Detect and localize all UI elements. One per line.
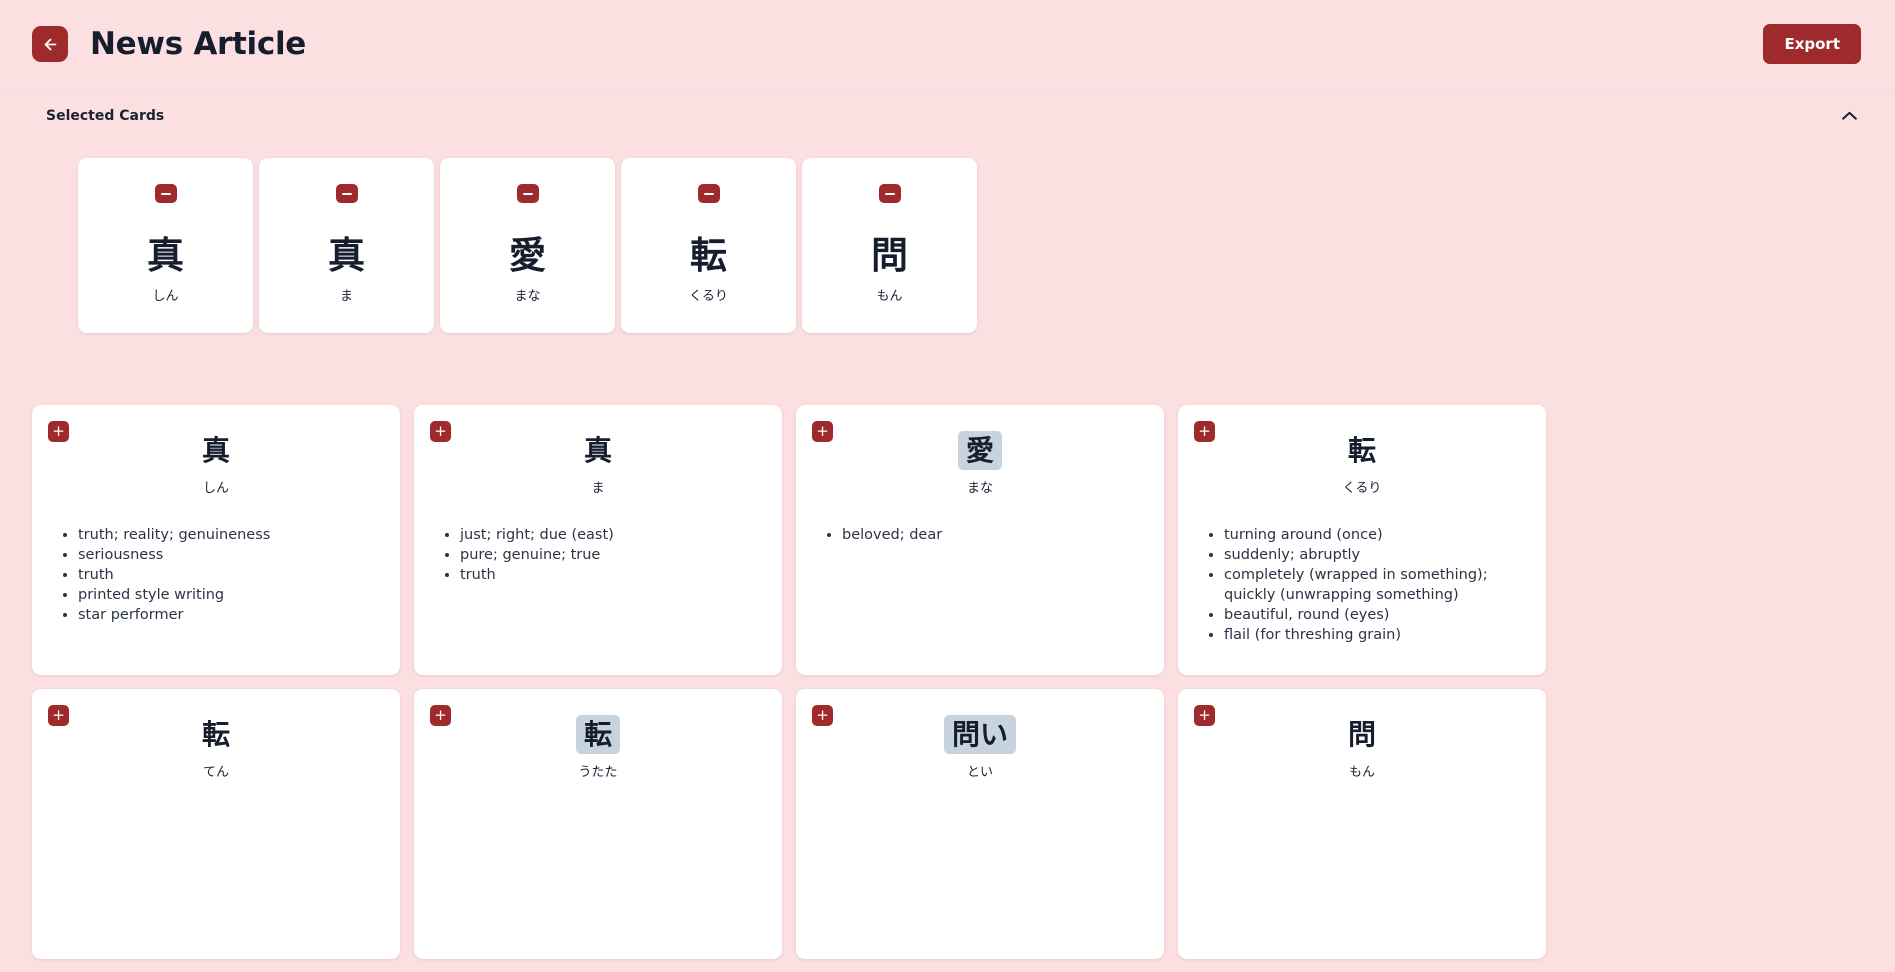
result-card-kanji: 愛 <box>957 431 1002 470</box>
definition-item: flail (for threshing grain) <box>1224 625 1530 645</box>
definition-item: suddenly; abruptly <box>1224 545 1530 565</box>
result-card[interactable]: +真まjust; right; due (east)pure; genuine;… <box>414 405 782 675</box>
result-card-kanji: 問い <box>943 715 1016 754</box>
result-card-reading: くるり <box>1342 481 1382 496</box>
selected-card-reading: ま <box>339 289 353 304</box>
result-card[interactable]: + 問もん <box>1178 689 1546 959</box>
page-header: News Article Export <box>0 0 1895 88</box>
selected-cards-list: 真しん真ま愛まな転くるり問もん <box>0 140 1895 333</box>
result-card-header: 問い とい <box>812 705 1148 780</box>
selected-card-kanji: 真 <box>328 234 365 277</box>
result-card-reading: まな <box>966 481 993 496</box>
result-card-reading: しん <box>202 481 229 496</box>
definition-item: beloved; dear <box>842 525 1148 545</box>
selected-card[interactable]: 転くるり <box>621 158 796 333</box>
result-card-header: 転てん <box>48 705 384 780</box>
result-card-kanji: 転 <box>1347 434 1376 467</box>
minus-icon <box>341 192 352 195</box>
selected-cards-title: Selected Cards <box>46 107 165 124</box>
result-card[interactable]: +転くるりturning around (once)suddenly; abru… <box>1178 405 1546 675</box>
selected-card-reading: まな <box>514 289 541 304</box>
result-card-reading: ま <box>591 481 605 496</box>
selected-card-reading: しん <box>152 289 179 304</box>
result-card-reading: とい <box>966 765 993 780</box>
definition-list: beloved; dear <box>842 525 1148 545</box>
definition-item: star performer <box>78 605 384 625</box>
definition-item: pure; genuine; true <box>460 545 766 565</box>
result-card-reading: うたた <box>578 765 618 780</box>
export-button[interactable]: Export <box>1763 24 1861 64</box>
result-card-reading: もん <box>1348 765 1375 780</box>
selected-card-kanji: 転 <box>690 234 727 277</box>
remove-card-button[interactable] <box>516 184 539 203</box>
result-card-header: 転くるり <box>1194 421 1530 496</box>
minus-icon <box>884 192 895 195</box>
minus-icon <box>703 192 714 195</box>
result-card[interactable]: +愛まなbeloved; dear <box>796 405 1164 675</box>
definition-item: truth <box>460 565 766 585</box>
result-card[interactable]: + 転うたた <box>414 689 782 959</box>
remove-card-button[interactable] <box>335 184 358 203</box>
definition-item: truth <box>78 565 384 585</box>
definition-item: truth; reality; genuineness <box>78 525 384 545</box>
page-title: News Article <box>90 26 307 62</box>
results-grid: +真しんtruth; reality; genuinenessseriousne… <box>0 333 1895 959</box>
remove-card-button[interactable] <box>154 184 177 203</box>
add-card-button[interactable]: + <box>430 421 451 442</box>
result-card-header: 転うたた <box>430 705 766 780</box>
definition-item: just; right; due (east) <box>460 525 766 545</box>
definition-item: completely (wrapped in something); quick… <box>1224 565 1530 605</box>
result-card[interactable]: + 転てん <box>32 689 400 959</box>
arrow-left-icon <box>42 36 59 53</box>
definition-list: just; right; due (east)pure; genuine; tr… <box>460 525 766 585</box>
remove-card-button[interactable] <box>878 184 901 203</box>
definition-item: beautiful, round (eyes) <box>1224 605 1530 625</box>
add-card-button[interactable]: + <box>1194 705 1215 726</box>
definition-item: turning around (once) <box>1224 525 1530 545</box>
result-card-header: 真ま <box>430 421 766 496</box>
selected-card-kanji: 問 <box>871 234 908 277</box>
selected-card[interactable]: 愛まな <box>440 158 615 333</box>
definition-list: turning around (once)suddenly; abruptlyc… <box>1224 525 1530 645</box>
minus-icon <box>522 192 533 195</box>
collapse-selected-cards-button[interactable] <box>1838 107 1861 124</box>
selected-card-kanji: 愛 <box>509 234 546 277</box>
selected-card[interactable]: 真ま <box>259 158 434 333</box>
result-card[interactable]: +真しんtruth; reality; genuinenessseriousne… <box>32 405 400 675</box>
definition-list: truth; reality; genuinenessseriousnesstr… <box>78 525 384 625</box>
add-card-button[interactable]: + <box>1194 421 1215 442</box>
result-card-kanji: 問 <box>1347 718 1376 751</box>
add-card-button[interactable]: + <box>430 705 451 726</box>
result-card-kanji: 真 <box>583 434 612 467</box>
add-card-button[interactable]: + <box>812 705 833 726</box>
selected-card-reading: くるり <box>689 289 728 304</box>
definition-item: printed style writing <box>78 585 384 605</box>
add-card-button[interactable]: + <box>48 421 69 442</box>
selected-card-reading: もん <box>876 289 903 304</box>
selected-card-kanji: 真 <box>147 234 184 277</box>
result-card[interactable]: + 問い とい <box>796 689 1164 959</box>
add-card-button[interactable]: + <box>812 421 833 442</box>
result-card-reading: てん <box>202 765 229 780</box>
remove-card-button[interactable] <box>697 184 720 203</box>
selected-card[interactable]: 真しん <box>78 158 253 333</box>
result-card-header: 問もん <box>1194 705 1530 780</box>
chevron-up-icon <box>1842 108 1857 123</box>
minus-icon <box>160 192 171 195</box>
result-card-header: 真しん <box>48 421 384 496</box>
result-card-header: 愛まな <box>812 421 1148 496</box>
add-card-button[interactable]: + <box>48 705 69 726</box>
back-button[interactable] <box>32 26 68 62</box>
selected-card[interactable]: 問もん <box>802 158 977 333</box>
selected-cards-bar: Selected Cards <box>0 89 1895 140</box>
result-card-kanji: 転 <box>575 715 620 754</box>
definition-item: seriousness <box>78 545 384 565</box>
result-card-kanji: 転 <box>201 718 230 751</box>
result-card-kanji: 真 <box>201 434 230 467</box>
